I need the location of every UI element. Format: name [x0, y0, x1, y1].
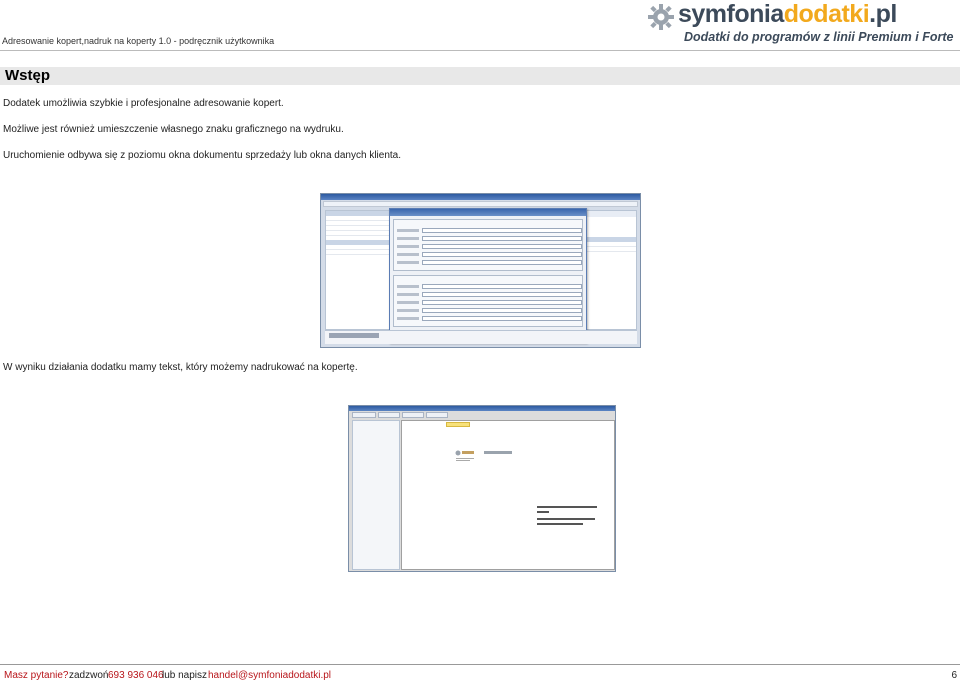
- footer-email-link[interactable]: handel@symfoniadodatki.pl: [208, 670, 331, 681]
- envelope-preview-screenshot: [348, 405, 616, 572]
- correspondence-address-group: [393, 275, 583, 327]
- document-header: Adresowanie kopert,nadruk na koperty 1.0…: [0, 0, 960, 52]
- logo-tagline: Dodatki do programów z linii Premium i F…: [684, 30, 954, 44]
- paragraph-2: Możliwe jest również umieszczenie własne…: [3, 124, 344, 135]
- dialog-titlebar: [390, 209, 586, 216]
- preview-tabs: [352, 412, 462, 418]
- logo-wordmark: symfoniadodatki.pl: [678, 0, 897, 29]
- section-title: Wstęp: [5, 67, 50, 84]
- paragraph-4: W wyniku działania dodatku mamy tekst, k…: [3, 362, 358, 373]
- recipient-line-4: [537, 523, 583, 525]
- screenshot-toolbar: [323, 201, 638, 207]
- screenshot-titlebar: [321, 194, 640, 200]
- footer-call-label: zadzwoń: [69, 670, 109, 681]
- section-heading: Wstęp: [0, 67, 960, 85]
- sender-logo-image: [455, 450, 512, 461]
- document-title: Adresowanie kopert,nadruk na koperty 1.0…: [2, 36, 275, 46]
- symfoniadodatki-logo: symfoniadodatki.pl Dodatki do programów …: [648, 0, 958, 48]
- paragraph-3: Uruchomienie odbywa się z poziomu okna d…: [3, 150, 402, 161]
- header-divider: [0, 50, 960, 51]
- invoice-window-screenshot: [320, 193, 641, 348]
- totals-indicator: [329, 333, 379, 338]
- footer-phone-link[interactable]: 693 936 046: [108, 670, 164, 681]
- recipient-line-3: [537, 518, 595, 520]
- address-selection-dialog: [389, 208, 587, 343]
- page-footer: Masz pytanie? zadzwoń 693 936 046 lub na…: [0, 664, 960, 683]
- preview-titlebar: [349, 406, 615, 411]
- preview-sidebar: [352, 420, 400, 570]
- paragraph-1: Dodatek umożliwia szybkie i profesjonaln…: [3, 98, 284, 109]
- logo-accent: dodatki: [783, 0, 870, 28]
- billing-address-group: [393, 219, 583, 271]
- footer-question: Masz pytanie?: [4, 670, 69, 681]
- page-number: 6: [951, 670, 957, 681]
- logo-brand: symfonia: [678, 0, 784, 28]
- page-format-label: [446, 422, 470, 427]
- recipient-line-2: [537, 511, 549, 513]
- screenshot-right-panel: [581, 210, 637, 330]
- recipient-line-1: [537, 506, 597, 508]
- screenshot-totals-bar: [325, 330, 637, 344]
- footer-write-label: lub napisz: [162, 670, 208, 681]
- screenshot-left-panel: [325, 210, 395, 330]
- logo-tld: .pl: [869, 0, 897, 28]
- envelope-page: [401, 420, 615, 570]
- gear-icon: [648, 4, 674, 30]
